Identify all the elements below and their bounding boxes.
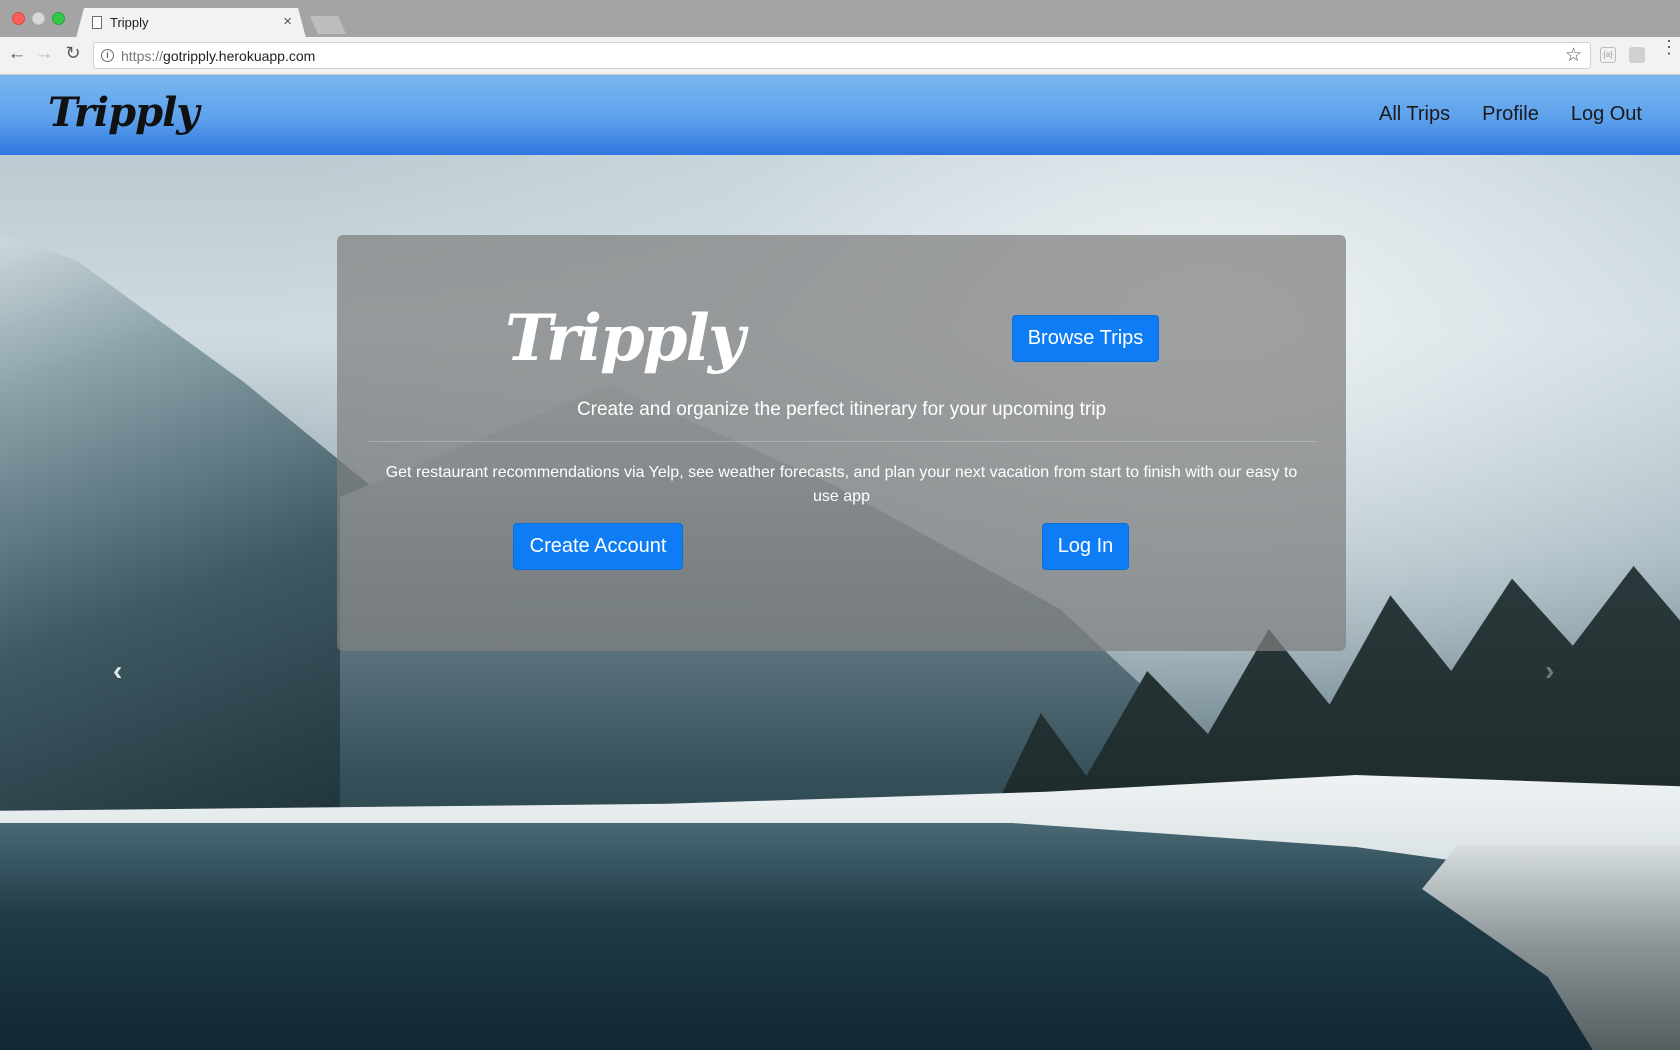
url-scheme: https:// — [121, 48, 164, 64]
log-in-button[interactable]: Log In — [1042, 523, 1129, 570]
hero-brand-title: Tripply — [505, 301, 745, 376]
extension-icon[interactable]: {a} — [1600, 47, 1616, 63]
reload-icon[interactable]: ↻ — [62, 43, 84, 64]
hero-description: Get restaurant recommendations via Yelp,… — [385, 464, 1298, 505]
tab-close-icon[interactable]: × — [283, 13, 292, 30]
nav-link-profile[interactable]: Profile — [1482, 103, 1539, 126]
url-text[interactable]: https://gotripply.herokuapp.com — [121, 48, 315, 64]
url-host: gotripply.herokuapp.com — [163, 48, 316, 64]
new-tab-button[interactable] — [310, 16, 346, 34]
address-bar[interactable]: i https://gotripply.herokuapp.com ☆ — [93, 42, 1591, 69]
minimize-window-button[interactable] — [32, 12, 45, 25]
tab-title: Tripply — [110, 15, 149, 30]
create-account-button[interactable]: Create Account — [513, 523, 683, 570]
forward-arrow-icon[interactable]: → — [33, 43, 55, 65]
browse-trips-button[interactable]: Browse Trips — [1012, 315, 1159, 362]
extension-icon-2[interactable] — [1629, 47, 1645, 63]
browser-toolbar: ← → ↻ i https://gotripply.herokuapp.com … — [0, 37, 1680, 75]
bookmark-star-icon[interactable]: ☆ — [1565, 44, 1582, 67]
navbar-links: All Trips Profile Log Out — [1379, 103, 1642, 126]
hero-card: Tripply Browse Trips Create and organize… — [337, 235, 1346, 651]
back-arrow-icon[interactable]: ← — [6, 43, 28, 65]
nav-link-all-trips[interactable]: All Trips — [1379, 103, 1450, 126]
browser-menu-icon[interactable]: ⋮ — [1660, 38, 1678, 56]
carousel-prev-icon[interactable]: ‹ — [113, 655, 122, 687]
zoom-window-button[interactable] — [52, 12, 65, 25]
info-icon[interactable]: i — [101, 49, 114, 62]
nav-link-log-out[interactable]: Log Out — [1571, 103, 1642, 126]
carousel-next-icon[interactable]: › — [1545, 655, 1554, 687]
hero-tagline: Create and organize the perfect itinerar… — [576, 399, 1107, 420]
page-icon — [92, 16, 102, 29]
close-window-button[interactable] — [12, 12, 25, 25]
hero-divider — [367, 441, 1316, 442]
browser-tab-strip: Tripply × — [0, 0, 1680, 38]
browser-tab[interactable]: Tripply × — [76, 8, 306, 38]
navbar-brand-logo[interactable]: Tripply — [48, 89, 199, 136]
site-navbar: Tripply All Trips Profile Log Out — [0, 75, 1680, 155]
